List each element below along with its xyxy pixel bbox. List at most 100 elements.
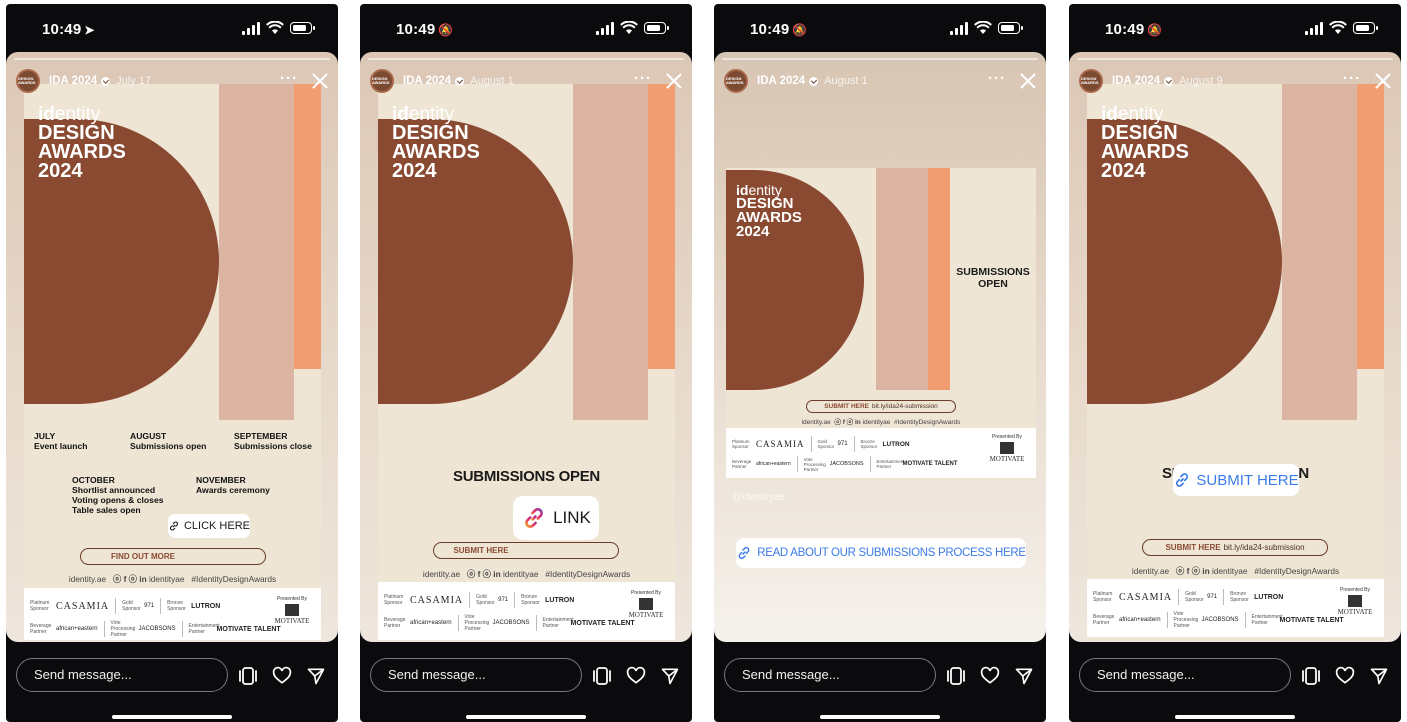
account-name[interactable]: IDA 2024 bbox=[757, 75, 805, 87]
close-icon[interactable] bbox=[666, 73, 682, 89]
sticker-icon[interactable] bbox=[592, 666, 612, 686]
avatar[interactable]: DESIGN AWARDS bbox=[724, 69, 748, 93]
sticker-icon[interactable] bbox=[238, 666, 258, 686]
story-content[interactable]: identity DESIGN AWARDS 2024 SUBMISSIONS O… bbox=[714, 52, 1046, 642]
heart-icon[interactable] bbox=[980, 666, 1000, 686]
presenter-logo: Presented By MOTIVATE bbox=[989, 434, 1025, 463]
send-message-input[interactable]: Send message... bbox=[16, 658, 228, 692]
location-arrow-icon: ➤ bbox=[84, 23, 95, 37]
story-header: DESIGN AWARDS IDA 2024 July 17 ··· bbox=[16, 68, 328, 94]
link-icon bbox=[169, 521, 178, 531]
system-icons bbox=[242, 20, 315, 36]
battery-icon bbox=[644, 22, 669, 34]
clock: 10:49 🔕 bbox=[750, 21, 808, 38]
story-poster-square: identity DESIGN AWARDS 2024 SUBMISSIONS O… bbox=[726, 168, 1036, 480]
more-options-icon[interactable]: ··· bbox=[280, 70, 298, 87]
signal-icon bbox=[596, 21, 614, 35]
signal-icon bbox=[242, 21, 260, 35]
story-date: August 1 bbox=[824, 75, 868, 87]
story-date: August 1 bbox=[470, 75, 514, 87]
story-date: July 17 bbox=[116, 75, 152, 87]
story-progress-bar bbox=[1077, 58, 1393, 60]
battery-icon bbox=[998, 22, 1023, 34]
sponsor-strip: Platinum Sponsor CASAMIA Gold Sponsor 971 Br… bbox=[1087, 579, 1384, 637]
story-date: August 9 bbox=[1179, 75, 1223, 87]
more-options-icon[interactable]: ··· bbox=[634, 70, 652, 87]
link-sticker[interactable]: LINK bbox=[513, 496, 599, 540]
timeline-november: NOVEMBER Awards ceremony bbox=[196, 475, 270, 495]
timeline-august: AUGUST Submissions open bbox=[130, 431, 207, 451]
status-bar: 10:49 ➤ bbox=[6, 4, 338, 54]
story-poster: identity DESIGN AWARDS 2024 SUBMISSIONS … bbox=[378, 84, 675, 640]
avatar[interactable]: DESIGN AWARDS bbox=[370, 69, 394, 93]
social-line: identity.ae ⓞ f ⓞ in identityae #Identit… bbox=[801, 419, 961, 426]
presenter-logo: Presented By MOTIVATE bbox=[1337, 587, 1373, 616]
avatar[interactable]: DESIGN AWARDS bbox=[1079, 69, 1103, 93]
home-indicator bbox=[820, 715, 940, 719]
submit-here-pill: SUBMIT HERE bbox=[433, 542, 619, 559]
sponsor-strip: Platinum Sponsor CASAMIA Gold Sponsor 971 Br… bbox=[378, 582, 675, 640]
more-options-icon[interactable]: ··· bbox=[988, 70, 1006, 87]
send-icon[interactable] bbox=[306, 666, 326, 686]
account-name[interactable]: IDA 2024 bbox=[49, 75, 97, 87]
presenter-logo: Presented By MOTIVATE bbox=[628, 590, 664, 619]
sticker-icon[interactable] bbox=[1301, 666, 1321, 686]
home-indicator bbox=[112, 715, 232, 719]
story-screen-2: 10:49 🔕 identity DESIGN AWARDS 2024 SUBMI… bbox=[360, 4, 692, 722]
identity-logo: identity DESIGN AWARDS 2024 bbox=[736, 182, 802, 240]
more-options-icon[interactable]: ··· bbox=[1343, 70, 1361, 87]
story-content[interactable]: identity DESIGN AWARDS 2024 JULY Event la… bbox=[6, 52, 338, 642]
heart-icon[interactable] bbox=[1335, 666, 1355, 686]
story-poster: identity DESIGN AWARDS 2024 JULY Event la… bbox=[24, 84, 321, 640]
system-icons bbox=[596, 20, 669, 36]
sticker-icon[interactable] bbox=[946, 666, 966, 686]
presenter-logo: Presented By MOTIVATE bbox=[274, 596, 310, 625]
story-header: DESIGN AWARDS IDA 2024 August 1 ··· bbox=[370, 68, 682, 94]
clock: 10:49 ➤ bbox=[42, 21, 95, 38]
social-line: identity.ae ⓞ f ⓞ in identityae #Identit… bbox=[422, 569, 631, 579]
avatar[interactable]: DESIGN AWARDS bbox=[16, 69, 40, 93]
send-icon[interactable] bbox=[1369, 666, 1389, 686]
submit-here-link-sticker[interactable]: SUBMIT HERE bbox=[1173, 464, 1299, 496]
verified-badge-icon bbox=[1164, 76, 1174, 86]
heart-icon[interactable] bbox=[626, 666, 646, 686]
submissions-open-title: SUBMISSIONS OPEN bbox=[956, 266, 1030, 290]
send-icon[interactable] bbox=[660, 666, 680, 686]
story-content[interactable]: identity DESIGN AWARDS 2024 SUBMISSIONS … bbox=[1069, 52, 1401, 642]
submit-here-pill: SUBMIT HERE bit.ly/ida24-submission bbox=[806, 400, 956, 413]
send-icon[interactable] bbox=[1014, 666, 1034, 686]
reply-bar: Send message... bbox=[360, 652, 692, 722]
send-message-input[interactable]: Send message... bbox=[370, 658, 582, 692]
battery-icon bbox=[1353, 22, 1378, 34]
identity-logo: identity DESIGN AWARDS 2024 bbox=[392, 104, 480, 182]
find-out-more-pill: FIND OUT MORE bbox=[80, 548, 266, 565]
close-icon[interactable] bbox=[1020, 73, 1036, 89]
story-progress-bar bbox=[722, 58, 1038, 60]
reply-bar: Send message... bbox=[1069, 652, 1401, 722]
close-icon[interactable] bbox=[312, 73, 328, 89]
heart-icon[interactable] bbox=[272, 666, 292, 686]
story-content[interactable]: identity DESIGN AWARDS 2024 SUBMISSIONS … bbox=[360, 52, 692, 642]
link-icon bbox=[525, 508, 543, 528]
story-header: DESIGN AWARDS IDA 2024 August 1 ··· bbox=[724, 68, 1036, 94]
status-bar: 10:49 🔕 bbox=[714, 4, 1046, 54]
signal-icon bbox=[950, 21, 968, 35]
poster-artwork: identity DESIGN AWARDS 2024 bbox=[1087, 84, 1384, 420]
send-message-input[interactable]: Send message... bbox=[1079, 658, 1291, 692]
submit-here-pill: SUBMIT HERE bit.ly/ida24-submission bbox=[1142, 539, 1328, 556]
account-name[interactable]: IDA 2024 bbox=[1112, 75, 1160, 87]
submissions-open-title: SUBMISSIONS OPEN bbox=[453, 468, 600, 485]
account-name[interactable]: IDA 2024 bbox=[403, 75, 451, 87]
send-message-input[interactable]: Send message... bbox=[724, 658, 936, 692]
system-icons bbox=[1305, 20, 1378, 36]
mention-tag[interactable]: @identityae bbox=[732, 492, 785, 503]
story-header: DESIGN AWARDS IDA 2024 August 9 ··· bbox=[1079, 68, 1391, 94]
home-indicator bbox=[1175, 715, 1295, 719]
poster-artwork: identity DESIGN AWARDS 2024 bbox=[378, 84, 675, 420]
wifi-icon bbox=[266, 21, 284, 34]
close-icon[interactable] bbox=[1375, 73, 1391, 89]
read-about-link-sticker[interactable]: READ ABOUT OUR SUBMISSIONS PROCESS HERE bbox=[736, 538, 1026, 568]
story-progress-bar bbox=[14, 58, 330, 60]
click-here-link-sticker[interactable]: CLICK HERE bbox=[168, 514, 250, 538]
bell-slash-icon: 🔕 bbox=[1147, 23, 1163, 37]
